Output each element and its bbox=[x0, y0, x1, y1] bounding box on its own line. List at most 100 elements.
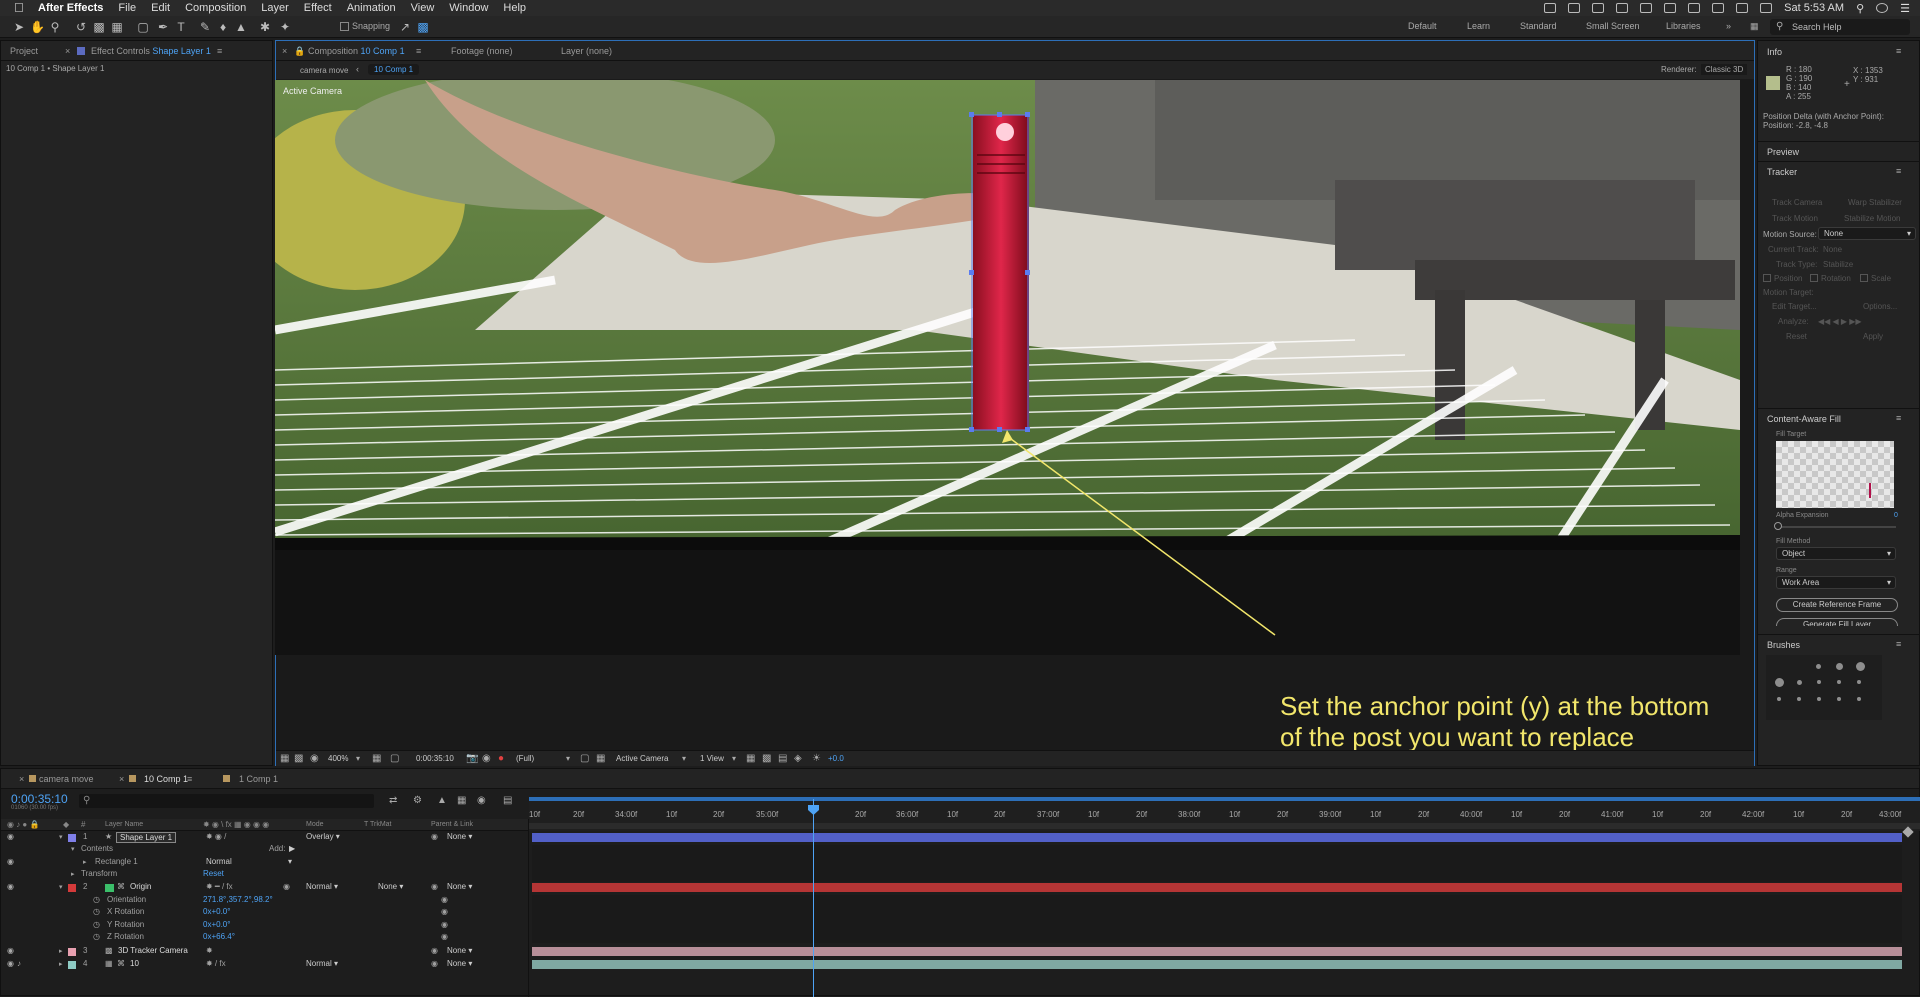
current-time-display[interactable]: 0:00:35:10 bbox=[416, 754, 454, 763]
mask-toggle-icon[interactable]: ◉ bbox=[310, 753, 319, 764]
orientation-value[interactable]: 271.8°,357.2°,98.2° bbox=[203, 895, 273, 904]
layer-name[interactable]: Origin bbox=[130, 882, 151, 891]
track-motion-button[interactable]: Track Motion bbox=[1772, 214, 1818, 223]
layer-bar-2[interactable] bbox=[532, 883, 1902, 892]
timeline-divider[interactable] bbox=[528, 819, 529, 997]
parent-dropdown[interactable]: None ▾ bbox=[447, 959, 507, 968]
sync-icon[interactable]: ▦ bbox=[1750, 21, 1759, 32]
close-icon[interactable]: × bbox=[65, 46, 70, 56]
clone-stamp-tool-icon[interactable]: ♦ bbox=[216, 20, 230, 34]
crumb-camera-move[interactable]: camera move bbox=[294, 65, 354, 76]
layer-row-3[interactable]: ◉ ▸ 3 ▩ 3D Tracker Camera ✸ ◉ None ▾ bbox=[1, 946, 528, 958]
panel-menu-icon[interactable]: ≡ bbox=[1896, 46, 1901, 56]
rectangle-blend-dropdown[interactable]: Normal ▾ bbox=[206, 857, 296, 866]
layer-label-swatch[interactable] bbox=[68, 834, 76, 842]
tab-layer[interactable]: Layer (none) bbox=[561, 46, 612, 56]
pen-tool-icon[interactable]: ✒ bbox=[156, 20, 170, 34]
workspace-default[interactable]: Default bbox=[1408, 21, 1437, 31]
tab-composition[interactable]: Composition 10 Comp 1 bbox=[308, 46, 405, 56]
view-layout-dropdown[interactable]: 1 View bbox=[700, 754, 724, 763]
graph-editor-icon[interactable]: ▤ bbox=[503, 795, 512, 806]
position-checkbox[interactable] bbox=[1763, 274, 1771, 282]
camera-tool-icon[interactable]: ▩ bbox=[92, 20, 106, 34]
panel-menu-icon[interactable]: ≡ bbox=[1896, 413, 1901, 423]
puppet-tool-icon[interactable]: ✦ bbox=[278, 20, 292, 34]
brush-preset[interactable] bbox=[1817, 697, 1821, 701]
cube-icon[interactable]: ◉ bbox=[283, 882, 290, 891]
snap-options-icon[interactable]: ↗ bbox=[398, 20, 412, 34]
fill-method-dropdown[interactable]: Object ▾ bbox=[1776, 547, 1896, 560]
show-snapshot-icon[interactable]: ◉ bbox=[482, 753, 491, 764]
trkmat-dropdown[interactable]: None ▾ bbox=[378, 882, 428, 891]
blend-mode-dropdown[interactable]: Normal ▾ bbox=[306, 882, 356, 891]
creative-cloud-icon[interactable] bbox=[1616, 3, 1629, 13]
track-camera-button[interactable]: Track Camera bbox=[1772, 198, 1822, 207]
create-reference-frame-button[interactable]: Create Reference Frame bbox=[1776, 598, 1898, 612]
audio-icon[interactable]: ♪ bbox=[17, 959, 21, 968]
range-dropdown[interactable]: Work Area ▾ bbox=[1776, 576, 1896, 589]
expression-pickwhip-icon[interactable]: ◉ bbox=[441, 932, 448, 941]
warp-stabilizer-button[interactable]: Warp Stabilizer bbox=[1848, 198, 1902, 207]
alpha-expansion-value[interactable]: 0 bbox=[1894, 512, 1898, 519]
twirl-open-icon[interactable]: ▾ bbox=[71, 845, 75, 853]
layer-name-header[interactable]: Layer Name bbox=[105, 821, 143, 828]
transparency-grid-icon[interactable]: ▦ bbox=[596, 753, 605, 764]
work-area-bar[interactable] bbox=[529, 797, 1920, 801]
workspace-libraries[interactable]: Libraries bbox=[1666, 21, 1701, 31]
layer-label-swatch[interactable] bbox=[68, 884, 76, 892]
tracker-reset-button[interactable]: Reset bbox=[1786, 332, 1807, 341]
y-rotation-row[interactable]: ◷ Y Rotation 0x+0.0° ◉ bbox=[1, 920, 528, 932]
brush-preset[interactable] bbox=[1816, 664, 1821, 669]
twirl-closed-icon[interactable]: ▸ bbox=[83, 858, 87, 866]
brush-preset[interactable] bbox=[1836, 663, 1843, 670]
tab-10-comp-1[interactable]: 10 Comp 1 bbox=[144, 774, 188, 784]
pan-behind-tool-icon[interactable]: ▦ bbox=[110, 20, 124, 34]
tab-project[interactable]: Project bbox=[10, 46, 38, 56]
close-icon[interactable]: × bbox=[282, 46, 287, 56]
layer-name[interactable]: Shape Layer 1 bbox=[116, 832, 177, 843]
brush-preset[interactable] bbox=[1797, 680, 1802, 685]
menu-app[interactable]: After Effects bbox=[38, 2, 103, 14]
visibility-eye-icon[interactable]: ◉ bbox=[7, 832, 14, 841]
panel-menu-icon[interactable]: ≡ bbox=[217, 46, 222, 56]
menu-help[interactable]: Help bbox=[503, 2, 526, 14]
display-icon[interactable] bbox=[1688, 3, 1701, 13]
draft-3d-icon[interactable]: ⚙ bbox=[413, 795, 422, 806]
layer-name[interactable]: 10 bbox=[130, 959, 139, 968]
wifi-icon[interactable] bbox=[1736, 3, 1749, 13]
workspace-standard[interactable]: Standard bbox=[1520, 21, 1557, 31]
layer-name[interactable]: 3D Tracker Camera bbox=[118, 946, 188, 955]
resolution-dropdown[interactable]: (Full) bbox=[516, 754, 534, 763]
layer-label-swatch[interactable] bbox=[68, 948, 76, 956]
contents-row[interactable]: ▾ Contents Add: ▶ bbox=[1, 844, 528, 856]
timeline-icon[interactable]: ▤ bbox=[778, 753, 787, 764]
search-help-field[interactable]: ⚲ Search Help bbox=[1770, 19, 1910, 35]
layer-switches[interactable]: ✸ ━ / fx bbox=[206, 882, 233, 891]
timeline-search-input[interactable]: ⚲ bbox=[79, 794, 374, 808]
brush-preset[interactable] bbox=[1857, 680, 1861, 684]
slider-handle[interactable] bbox=[1774, 522, 1782, 530]
menu-edit[interactable]: Edit bbox=[151, 2, 170, 14]
layer-label-swatch[interactable] bbox=[68, 961, 76, 969]
zoom-dropdown[interactable]: 400% bbox=[328, 754, 348, 763]
visibility-eye-icon[interactable]: ◉ bbox=[7, 857, 14, 866]
track-type-value[interactable]: Stabilize bbox=[1823, 260, 1853, 269]
expression-pickwhip-icon[interactable]: ◉ bbox=[441, 920, 448, 929]
stopwatch-icon[interactable]: ◷ bbox=[93, 895, 100, 904]
bluetooth-icon[interactable] bbox=[1664, 3, 1677, 13]
stabilize-motion-button[interactable]: Stabilize Motion bbox=[1844, 214, 1900, 223]
dropbox-icon[interactable] bbox=[1592, 3, 1605, 13]
expression-pickwhip-icon[interactable]: ◉ bbox=[441, 907, 448, 916]
zoom-tool-icon[interactable]: ⚲ bbox=[48, 20, 62, 34]
eraser-tool-icon[interactable]: ▲ bbox=[234, 20, 248, 34]
workspace-overflow-icon[interactable]: » bbox=[1726, 21, 1731, 31]
exposure-value[interactable]: +0.0 bbox=[828, 754, 844, 763]
flag-icon[interactable] bbox=[1760, 3, 1773, 13]
roto-brush-tool-icon[interactable]: ✱ bbox=[258, 20, 272, 34]
shy-layers-icon[interactable]: ▲ bbox=[437, 795, 447, 806]
visibility-eye-icon[interactable]: ◉ bbox=[7, 882, 14, 891]
tracker-apply-button[interactable]: Apply bbox=[1863, 332, 1883, 341]
safe-zones-icon[interactable]: ▦ bbox=[372, 753, 381, 764]
preview-panel[interactable]: Preview bbox=[1758, 141, 1920, 159]
workspace-learn[interactable]: Learn bbox=[1467, 21, 1490, 31]
